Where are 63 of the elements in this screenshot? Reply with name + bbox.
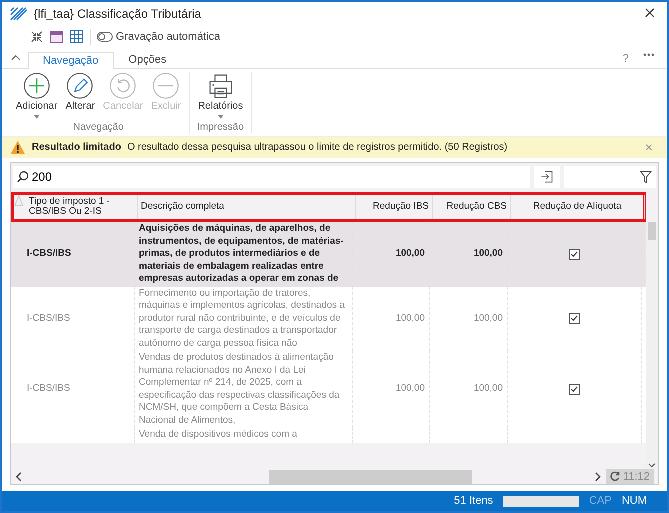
table-cell: I-CBS/IBS	[27, 383, 70, 396]
table-cell: Venda de dispositivos médicos com a	[139, 429, 298, 442]
vertical-scrollbar[interactable]	[646, 222, 658, 469]
banner-message: Resultado limitado O resultado dessa pesquisa ultrapassou o limite de registros permitido. (50 Registros)	[32, 142, 508, 153]
ribbon-tab[interactable]: Opções	[114, 51, 182, 68]
vertical-scroll-thumb[interactable]	[648, 222, 656, 240]
autosave-label: Gravação automática	[116, 31, 221, 43]
help-icon[interactable]: ?	[622, 53, 629, 65]
group-label: Navegação	[73, 122, 124, 133]
table-cell: 100,00	[396, 383, 425, 396]
plus-circle-icon	[22, 72, 51, 100]
table-cell-text: Fornecimento ou importação de tratores, máquinas e implementos agrícolas, destinados a produtor rural não contribuinte, e de veículos de transporte de carga destinados a transportador autônomo de carga pessoa física não	[139, 288, 346, 350]
close-icon	[645, 8, 655, 18]
table-row[interactable]	[11, 222, 646, 286]
ribbon-button[interactable]: Relatórios	[194, 72, 248, 121]
window-title: {lfi_taa} Classificação Tributária	[34, 7, 202, 21]
table-cell: 100,00	[474, 383, 503, 396]
ribbon-button[interactable]: Alterar	[62, 72, 100, 121]
refresh-icon	[610, 471, 622, 482]
table-cell: 100,00	[396, 248, 425, 260]
table-cell: 100,00	[474, 312, 503, 325]
checkbox[interactable]	[569, 384, 580, 395]
collapse-icon[interactable]	[30, 30, 44, 44]
toggle-icon[interactable]	[97, 32, 113, 42]
table-cell: 100,00	[396, 312, 425, 325]
table-cell: I-CBS/IBS	[27, 312, 70, 325]
caps-lock-indicator: CAP	[589, 495, 612, 507]
checkbox[interactable]	[569, 248, 580, 260]
caret-icon	[218, 115, 224, 119]
checkbox[interactable]	[569, 313, 580, 324]
item-count: 51 Itens	[454, 495, 494, 507]
table-cell-text: Aquisições de máquinas, de aparelhos, de instrumentos, de equipamentos, de matérias-primas, de produtos intermediários e de materiais de embalagem realizadas entre empresas autorizadas a operar em zonas de	[139, 223, 345, 286]
ribbon-tab[interactable]: Navegação	[28, 52, 114, 69]
more-icon[interactable]	[643, 53, 655, 57]
sort-indicator-icon	[14, 195, 24, 207]
ribbon-button[interactable]: Adicionar	[12, 72, 62, 121]
scroll-left-icon[interactable]	[15, 472, 23, 482]
scroll-down-icon[interactable]	[648, 463, 656, 469]
search-field[interactable]: 200	[13, 166, 530, 188]
minus-circle-icon	[152, 72, 180, 100]
table-cell: I-CBS/IBS	[27, 248, 72, 260]
calendar-icon[interactable]	[50, 30, 64, 44]
app-logo-icon	[10, 7, 28, 21]
export-button[interactable]	[534, 166, 560, 188]
horizontal-scroll-thumb[interactable]	[269, 470, 472, 484]
pencil-circle-icon	[66, 72, 94, 100]
undo-circle-icon	[109, 72, 138, 100]
num-lock-indicator: NUM	[622, 495, 647, 507]
table-cell-text: Vendas de produtos destinados à alimentação humana relacionados no Anexo I da Lei Complementar nº 214, de 2025, com a especificação das respectivas classificações da NCM/SH, que compõem a Cesta Básica Nacional de Alimentos,	[139, 352, 341, 427]
filter-icon	[640, 170, 652, 184]
column-header[interactable]: Redução CBS	[433, 195, 511, 219]
grid-icon[interactable]	[70, 30, 84, 44]
column-header[interactable]: Redução IBS	[356, 195, 433, 219]
search-icon	[17, 171, 29, 183]
scroll-right-icon[interactable]	[594, 472, 602, 482]
group-label: Impressão	[197, 122, 244, 133]
table-cell: 100,00	[474, 248, 503, 260]
warning-icon	[10, 140, 26, 155]
column-header[interactable]: Redução de Alíquota	[511, 195, 645, 219]
caret-icon	[34, 115, 40, 119]
export-icon	[540, 169, 554, 185]
column-header[interactable]: Tipo de imposto 1 - CBS/IBS Ou 2-IS	[26, 195, 138, 219]
column-header[interactable]: Descrição completa	[138, 195, 356, 219]
